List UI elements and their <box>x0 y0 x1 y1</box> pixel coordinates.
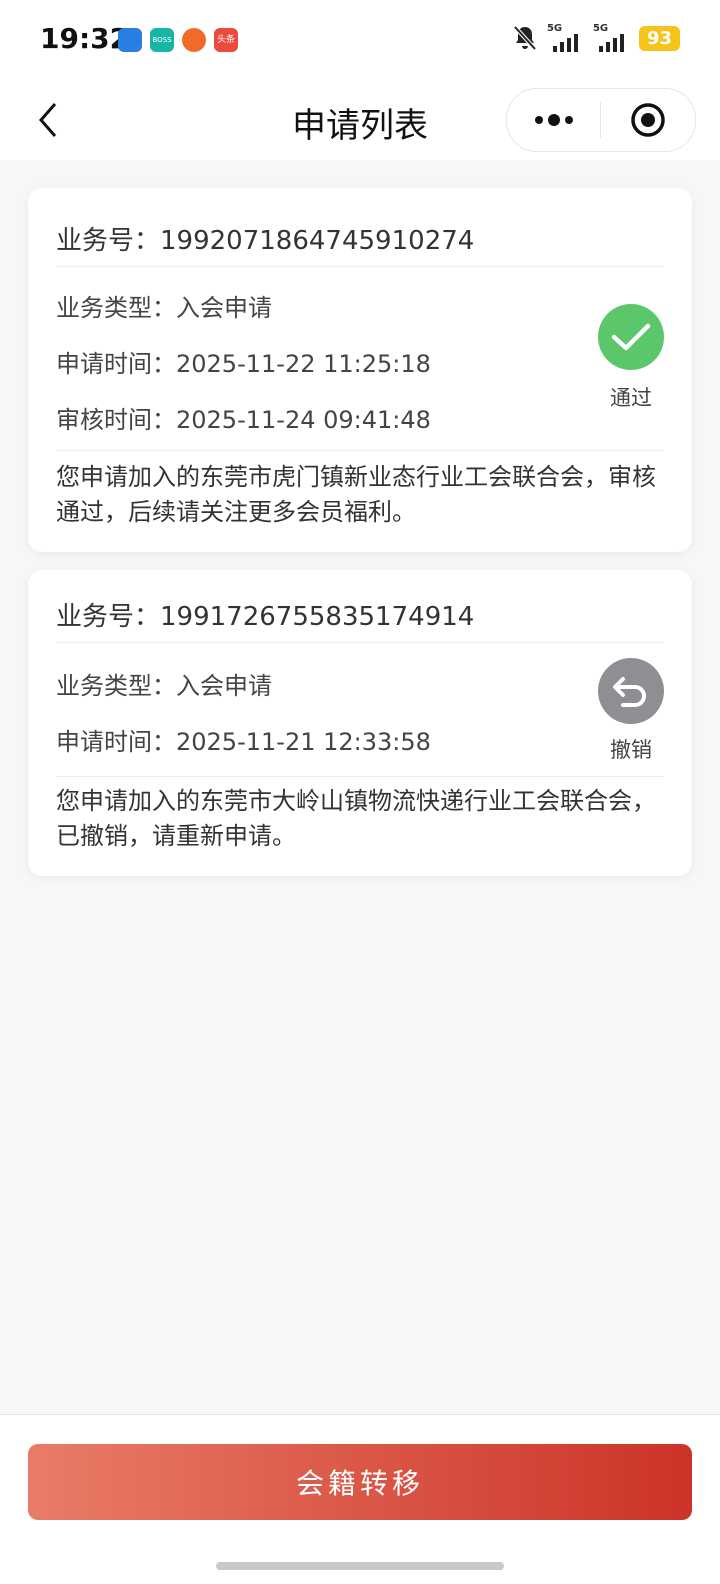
nav-bar: 申请列表 <box>0 80 720 160</box>
business-type-label: 业务类型： <box>56 672 176 700</box>
toutiao-app-icon: 头条 <box>214 28 238 52</box>
business-type-value: 入会申请 <box>176 672 272 700</box>
app-blue-icon <box>118 28 142 52</box>
apply-time-value: 2025-11-22 11:25:18 <box>176 350 431 378</box>
bell-muted-icon <box>513 25 537 51</box>
membership-transfer-button[interactable]: 会籍转移 <box>28 1444 692 1520</box>
status-badge: 通过 <box>610 386 652 410</box>
close-button[interactable] <box>601 89 694 151</box>
business-id-value: 1991726755835174914 <box>160 602 475 632</box>
status-app-icons: BOSS 头条 <box>118 28 238 52</box>
application-card-1[interactable]: 业务号：1992071864745910274 业务类型：入会申请 申请时间：2… <box>28 188 692 552</box>
signal-group-1: 5G <box>547 24 583 52</box>
network-label-2: 5G <box>592 23 609 34</box>
apply-time-row: 申请时间：2025-11-21 12:33:58 <box>56 722 431 757</box>
network-label-1: 5G <box>546 23 563 34</box>
business-id-label: 业务号： <box>56 602 161 632</box>
review-time-label: 审核时间： <box>56 406 176 434</box>
status-time: 19:32 <box>40 22 130 55</box>
signal-2-icon <box>598 34 624 52</box>
battery-level: 93 <box>638 25 680 51</box>
apply-time-row: 申请时间：2025-11-22 11:25:18 <box>56 344 431 379</box>
divider <box>56 776 664 777</box>
business-id-row: 业务号：1991726755835174914 <box>56 596 474 633</box>
undo-arrow-icon <box>598 658 664 724</box>
divider <box>56 450 664 451</box>
orange-app-icon <box>182 28 206 52</box>
status-indicators: 5G 5G 93 <box>513 24 680 52</box>
apply-time-label: 申请时间： <box>56 728 176 756</box>
card-description: 您申请加入的东莞市虎门镇新业态行业工会联合会，审核通过，后续请关注更多会员福利。 <box>56 463 656 526</box>
review-time-value: 2025-11-24 09:41:48 <box>176 406 431 434</box>
business-id-value: 1992071864745910274 <box>160 226 475 256</box>
business-id-label: 业务号： <box>56 226 161 256</box>
home-indicator[interactable] <box>216 1562 504 1570</box>
divider <box>56 642 664 643</box>
review-time-row: 审核时间：2025-11-24 09:41:48 <box>56 400 431 435</box>
business-type-row: 业务类型：入会申请 <box>56 288 272 323</box>
signal-group-2: 5G <box>593 24 629 52</box>
apply-time-label: 申请时间： <box>56 350 176 378</box>
more-button[interactable] <box>507 89 600 151</box>
business-type-label: 业务类型： <box>56 294 176 322</box>
divider <box>56 266 664 267</box>
boss-app-icon: BOSS <box>150 28 174 52</box>
more-dots-icon <box>534 114 573 126</box>
business-type-row: 业务类型：入会申请 <box>56 666 272 701</box>
status-bar: 19:32 BOSS 头条 5G 5G 93 <box>0 0 720 80</box>
business-id-row: 业务号：1992071864745910274 <box>56 220 474 257</box>
approved-check-icon <box>598 304 664 370</box>
application-card-2[interactable]: 业务号：1991726755835174914 业务类型：入会申请 申请时间：2… <box>28 570 692 876</box>
apply-time-value: 2025-11-21 12:33:58 <box>176 728 431 756</box>
target-close-icon <box>630 103 665 137</box>
card-description: 您申请加入的东莞市大岭山镇物流快递行业工会联合会，已撤销，请重新申请。 <box>56 787 656 850</box>
status-badge: 撤销 <box>610 738 652 762</box>
business-type-value: 入会申请 <box>176 294 272 322</box>
signal-1-icon <box>552 34 578 52</box>
mini-program-capsule <box>506 88 696 152</box>
